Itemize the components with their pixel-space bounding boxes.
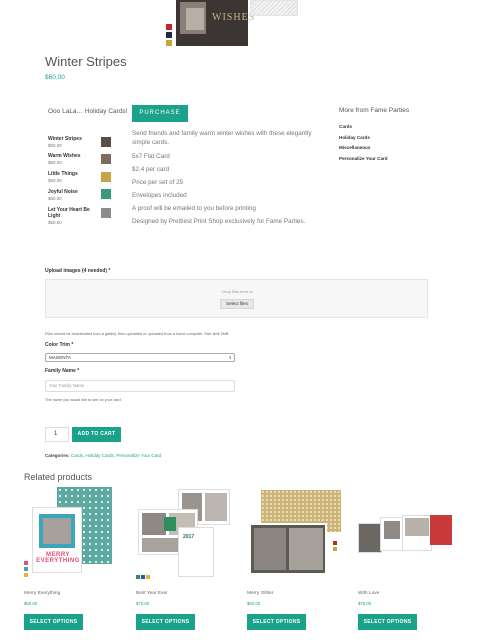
related-product-image[interactable]: MERRY EVERYTHING bbox=[24, 487, 114, 582]
color-swatch bbox=[136, 575, 140, 579]
sidebar-product-price: $60.00 bbox=[48, 220, 62, 225]
select-options-button[interactable]: SELECT OPTIONS bbox=[358, 614, 417, 630]
purchase-button[interactable]: PURCHASE bbox=[132, 105, 188, 122]
more-link-holiday-cards[interactable]: Holiday Cards bbox=[339, 135, 370, 140]
related-product-price: $60.00 bbox=[24, 601, 38, 606]
file-drop-zone[interactable]: Drop files here or Select files bbox=[45, 279, 428, 318]
related-product-image[interactable] bbox=[247, 487, 341, 582]
more-link-cards[interactable]: Cards bbox=[339, 124, 352, 129]
related-product-image[interactable]: 2017 bbox=[136, 487, 230, 582]
description-text: A proof will be emailed to you before pr… bbox=[132, 205, 256, 212]
description-text: Send friends and family warm winter wish… bbox=[132, 130, 312, 146]
card-front: MERRY EVERYTHING bbox=[32, 507, 82, 573]
color-swatch-gold[interactable] bbox=[166, 40, 172, 46]
card-art-text: MERRY EVERYTHING bbox=[36, 552, 80, 564]
related-product-name[interactable]: Merry Glitter bbox=[247, 591, 273, 596]
family-name-label: Family Name * bbox=[45, 368, 80, 374]
related-product-price: $75.00 bbox=[358, 601, 372, 606]
hero-card-text: WISHES bbox=[212, 12, 256, 23]
select-options-button[interactable]: SELECT OPTIONS bbox=[136, 614, 195, 630]
related-product-name[interactable]: With Love bbox=[358, 591, 379, 596]
card-insert: 2017 bbox=[178, 527, 214, 577]
upload-note: Files should be downloaded from a galler… bbox=[45, 332, 230, 336]
card-accent bbox=[164, 517, 176, 531]
photo-placeholder bbox=[289, 528, 323, 570]
description-text: Envelopes included bbox=[132, 192, 187, 199]
product-categories: Categories: Cards, Holiday Cards, Person… bbox=[45, 453, 161, 458]
sidebar-product-thumb[interactable] bbox=[101, 137, 111, 147]
description-text: 5x7 Flat Card bbox=[132, 153, 170, 160]
description-text: Designed by Prettiest Print Shop exclusi… bbox=[132, 218, 306, 225]
card-panel bbox=[402, 515, 432, 551]
more-from-title: More from Fame Parties bbox=[339, 107, 410, 114]
quantity-input[interactable]: 1 bbox=[45, 427, 69, 442]
select-files-button[interactable]: Select files bbox=[220, 299, 254, 309]
description-text: $2.4 per card bbox=[132, 166, 170, 173]
color-trim-select[interactable]: MAGENTA ⇕ bbox=[45, 353, 235, 362]
card-panel bbox=[380, 517, 404, 551]
color-swatch bbox=[24, 561, 28, 565]
photo-placeholder bbox=[43, 518, 71, 544]
card-panel bbox=[358, 523, 382, 553]
color-swatch bbox=[333, 547, 337, 551]
sidebar-product-name[interactable]: Let Your Heart Be Light bbox=[48, 207, 96, 219]
add-to-cart-button[interactable]: ADD TO CART bbox=[72, 427, 121, 442]
product-title: Winter Stripes bbox=[45, 54, 127, 69]
sidebar-product-thumb[interactable] bbox=[101, 208, 111, 218]
card-art-text: 2017 bbox=[183, 534, 195, 540]
description-text: Price per set of 25 bbox=[132, 179, 184, 186]
related-product-price: $75.00 bbox=[136, 601, 150, 606]
select-options-button[interactable]: SELECT OPTIONS bbox=[24, 614, 83, 630]
product-main-image[interactable]: WISHES bbox=[176, 0, 254, 46]
color-trim-label: Color Trim * bbox=[45, 342, 74, 348]
photo-placeholder bbox=[405, 518, 429, 536]
photo-placeholder bbox=[384, 521, 400, 539]
sidebar-product-thumb[interactable] bbox=[101, 172, 111, 182]
photo-placeholder bbox=[186, 8, 204, 30]
photo-placeholder bbox=[142, 513, 166, 535]
product-price: $60.00 bbox=[45, 74, 65, 81]
sidebar-product[interactable]: Let Your Heart Be Light $60.00 bbox=[48, 207, 96, 226]
categories-links[interactable]: Cards, Holiday Cards, Personalize Your C… bbox=[71, 453, 161, 458]
color-swatch-red[interactable] bbox=[166, 24, 172, 30]
family-name-input[interactable]: Your Family Name bbox=[45, 380, 235, 392]
color-swatch bbox=[333, 541, 337, 545]
color-swatch-navy[interactable] bbox=[166, 32, 172, 38]
upload-label: Upload images (4 needed) * bbox=[45, 268, 111, 274]
drop-text: Drop files here or bbox=[222, 289, 253, 294]
select-options-button[interactable]: SELECT OPTIONS bbox=[247, 614, 306, 630]
related-product-name[interactable]: Best Year Ever bbox=[136, 591, 168, 596]
card-panel-red bbox=[430, 515, 452, 545]
more-link-personalize[interactable]: Personalize Your Card bbox=[339, 156, 388, 161]
related-product-image[interactable] bbox=[358, 487, 452, 582]
related-product-price: $60.00 bbox=[247, 601, 261, 606]
product-thumbnail[interactable] bbox=[250, 0, 298, 16]
sidebar-title: Ooo LaLa… Holiday Cards! bbox=[48, 108, 128, 115]
photo-placeholder bbox=[254, 528, 286, 570]
related-product-name[interactable]: Merry Everything bbox=[24, 591, 60, 596]
card-front bbox=[249, 523, 327, 575]
sidebar-product-thumb[interactable] bbox=[101, 189, 111, 199]
related-products-title: Related products bbox=[24, 472, 93, 482]
photo-placeholder bbox=[205, 493, 227, 521]
color-trim-value: MAGENTA bbox=[49, 355, 71, 360]
sidebar-product-thumb[interactable] bbox=[101, 154, 111, 164]
color-swatch bbox=[141, 575, 145, 579]
more-link-miscellaneous[interactable]: Miscellaneous bbox=[339, 145, 370, 150]
categories-label: Categories: bbox=[45, 453, 70, 458]
select-arrows-icon: ⇕ bbox=[228, 355, 232, 360]
color-swatch bbox=[146, 575, 150, 579]
color-swatch bbox=[24, 573, 28, 577]
family-name-note: The name you would like to see on your c… bbox=[45, 398, 122, 402]
color-swatch bbox=[24, 567, 28, 571]
